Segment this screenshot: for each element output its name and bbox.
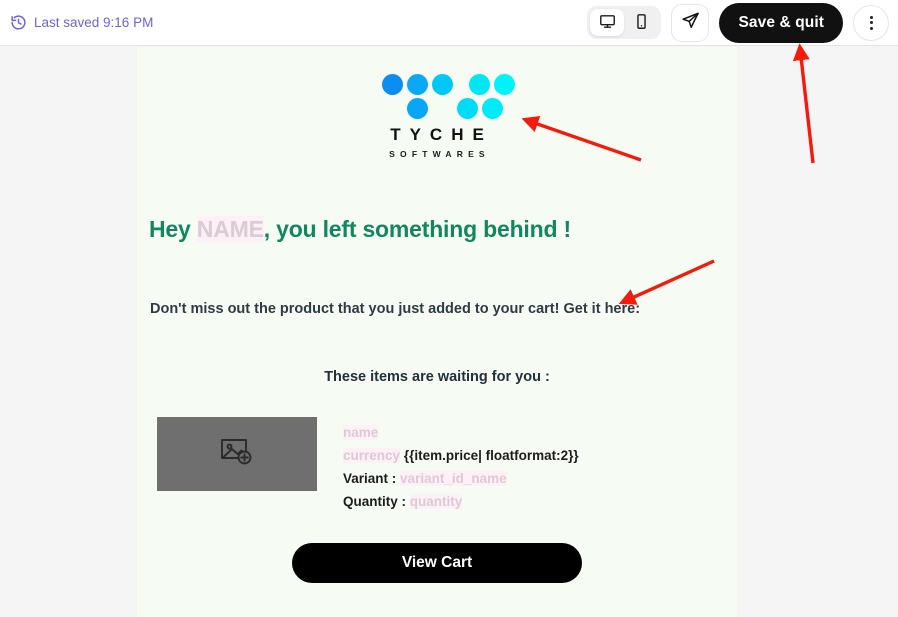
- logo-dot-7: [457, 98, 478, 119]
- logo-dot-6: [407, 98, 428, 119]
- logo-dot-1: [382, 74, 403, 95]
- editor-canvas-area: TYCHE SOFTWARES Hey NAME, you left somet…: [0, 47, 898, 617]
- product-price-row: currency {{item.price| floatformat:2}}: [343, 444, 579, 467]
- email-preview-canvas[interactable]: TYCHE SOFTWARES Hey NAME, you left somet…: [137, 47, 737, 617]
- brand-name: TYCHE: [390, 125, 493, 144]
- last-saved-status: Last saved 9:16 PM: [10, 14, 153, 31]
- email-subline[interactable]: Don't miss out the product that you just…: [137, 301, 737, 317]
- device-preview-toggle[interactable]: [587, 6, 662, 39]
- email-headline[interactable]: Hey NAME, you left something behind !: [137, 216, 737, 243]
- product-fields: name currency {{item.price| floatformat:…: [343, 417, 579, 513]
- merge-token-product-name[interactable]: name: [343, 425, 379, 440]
- view-cart-button[interactable]: View Cart: [292, 543, 582, 583]
- brand-tagline: SOFTWARES: [389, 149, 490, 159]
- product-image-placeholder[interactable]: [157, 417, 317, 491]
- mobile-preview-button[interactable]: [624, 9, 658, 36]
- merge-token-name[interactable]: NAME: [196, 216, 264, 242]
- paper-plane-icon: [681, 11, 700, 35]
- save-and-quit-button[interactable]: Save & quit: [719, 2, 843, 43]
- mobile-icon: [633, 13, 650, 33]
- items-waiting-heading[interactable]: These items are waiting for you :: [137, 369, 737, 385]
- quantity-label: Quantity :: [343, 494, 406, 509]
- add-image-icon: [220, 437, 254, 472]
- logo-dot-2: [407, 74, 428, 95]
- editor-toolbar: Last saved 9:16 PM Save & quit: [0, 0, 898, 46]
- email-editor-screen: Last saved 9:16 PM Save & quit TYCHE SOF…: [0, 0, 898, 617]
- cta-wrapper: View Cart: [137, 543, 737, 583]
- product-variant-row: Variant : variant_id_name: [343, 467, 579, 490]
- merge-token-quantity[interactable]: quantity: [409, 494, 463, 509]
- product-price-expression[interactable]: {{item.price| floatformat:2}}: [404, 448, 579, 463]
- logo-dot-3: [432, 74, 453, 95]
- product-quantity-row: Quantity : quantity: [343, 490, 579, 513]
- headline-prefix: Hey: [149, 216, 197, 242]
- send-test-email-button[interactable]: [671, 3, 710, 42]
- merge-token-currency[interactable]: currency: [343, 448, 401, 463]
- logo-dot-5: [494, 74, 515, 95]
- last-saved-label: Last saved 9:16 PM: [34, 15, 154, 30]
- restore-clock-icon: [10, 14, 27, 31]
- logo-dot-8: [482, 98, 503, 119]
- toolbar-actions: Save & quit: [587, 2, 889, 43]
- product-name-row: name: [343, 421, 579, 444]
- product-block: name currency {{item.price| floatformat:…: [137, 417, 737, 513]
- variant-label: Variant :: [343, 471, 397, 486]
- brand-logo[interactable]: TYCHE SOFTWARES: [137, 74, 737, 159]
- more-options-button[interactable]: [853, 4, 889, 41]
- logo-dot-grid: [376, 74, 515, 119]
- headline-suffix: , you left something behind !: [263, 216, 571, 242]
- more-vertical-icon: [869, 15, 873, 30]
- desktop-preview-button[interactable]: [590, 9, 625, 36]
- logo-dot-4: [469, 74, 490, 95]
- desktop-icon: [599, 13, 616, 33]
- merge-token-variant[interactable]: variant_id_name: [400, 471, 507, 486]
